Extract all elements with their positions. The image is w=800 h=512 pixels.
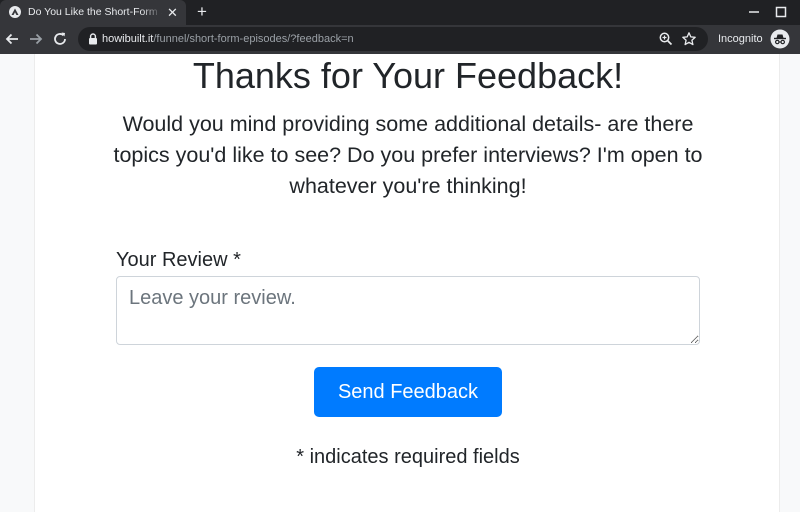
page-subtitle: Would you mind providing some additional… bbox=[113, 112, 703, 198]
reload-icon[interactable] bbox=[51, 30, 69, 48]
star-icon[interactable] bbox=[681, 31, 697, 47]
page-viewport: Thanks for Your Feedback! Would you mind… bbox=[0, 54, 800, 512]
url-text[interactable]: howibuilt.it/funnel/short-form-episodes/… bbox=[102, 32, 354, 46]
feedback-card: Thanks for Your Feedback! Would you mind… bbox=[34, 54, 780, 512]
page-title: Thanks for Your Feedback! bbox=[192, 55, 624, 96]
incognito-icon[interactable] bbox=[770, 29, 790, 49]
incognito-label: Incognito bbox=[718, 33, 763, 45]
url-path: /funnel/short-form-episodes/?feedback=n bbox=[153, 33, 354, 45]
arrow-forward-icon[interactable] bbox=[27, 30, 45, 48]
tab-title: Do You Like the Short-Form Solo Episodes… bbox=[28, 6, 162, 18]
url-host: howibuilt.it bbox=[102, 33, 154, 45]
review-textarea[interactable] bbox=[116, 276, 700, 345]
send-feedback-button[interactable]: Send Feedback bbox=[314, 367, 502, 417]
required-fields-note: * indicates required fields bbox=[296, 446, 520, 468]
minimize-icon[interactable] bbox=[745, 3, 763, 21]
browser-toolbar: howibuilt.it/funnel/short-form-episodes/… bbox=[0, 25, 800, 54]
zoom-icon[interactable] bbox=[658, 31, 674, 47]
lock-icon[interactable] bbox=[86, 32, 100, 46]
address-bar[interactable]: howibuilt.it/funnel/short-form-episodes/… bbox=[78, 27, 708, 51]
tab-strip: Do You Like the Short-Form Solo Episodes… bbox=[0, 0, 800, 25]
browser-tab[interactable]: Do You Like the Short-Form Solo Episodes… bbox=[0, 0, 186, 25]
maximize-icon[interactable] bbox=[772, 3, 790, 21]
close-icon[interactable]: ✕ bbox=[166, 6, 179, 19]
plus-icon[interactable]: + bbox=[193, 3, 211, 21]
review-label: Your Review * bbox=[116, 249, 241, 271]
app-logo-icon bbox=[9, 6, 21, 18]
arrow-back-icon[interactable] bbox=[3, 30, 21, 48]
